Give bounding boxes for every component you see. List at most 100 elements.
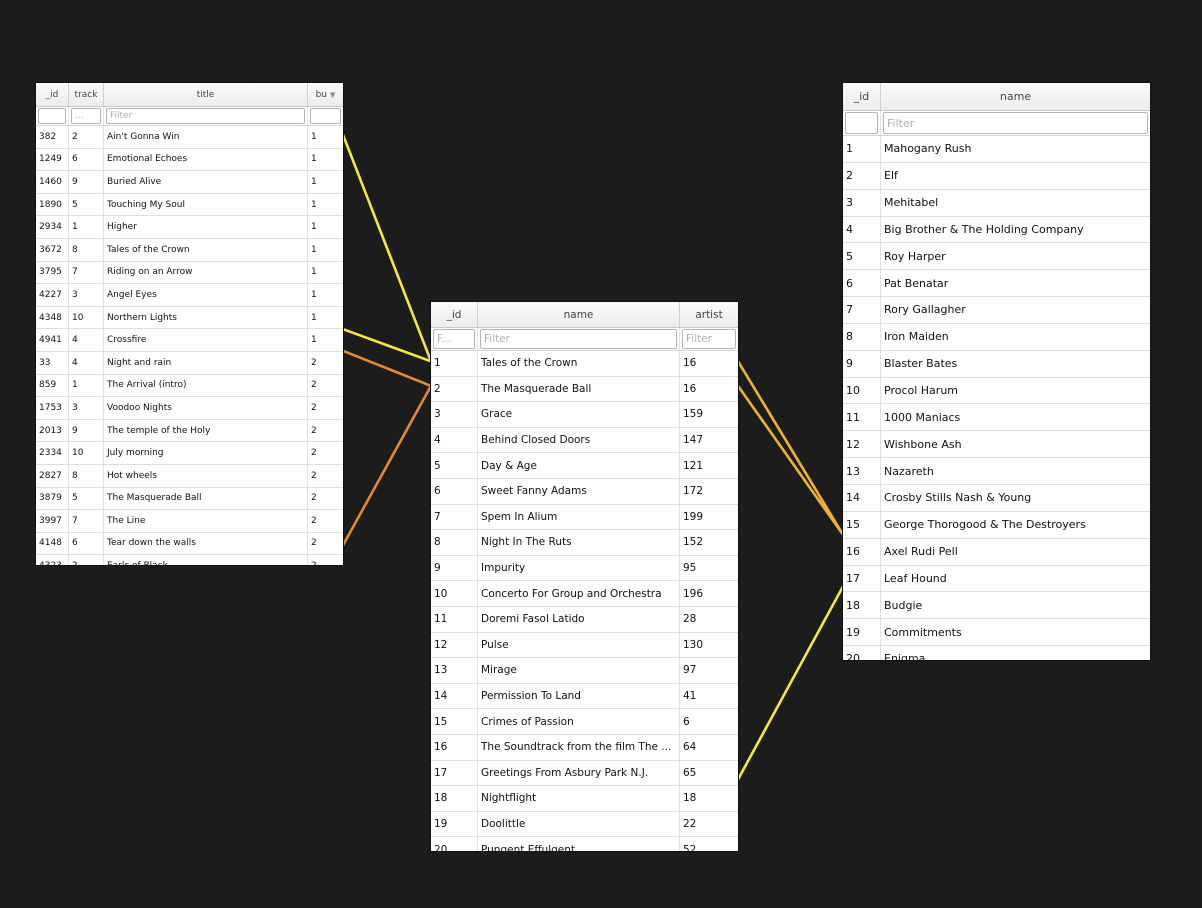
table-row[interactable]: 4941 4 Crossfire 1 [36, 329, 343, 352]
cell-id: 9 [431, 555, 478, 581]
table-row[interactable]: 13 Mirage 97 [431, 658, 738, 684]
filter-input-id[interactable]: F... [433, 329, 475, 349]
cell-title: Riding on an Arrow [104, 261, 308, 284]
table-row[interactable]: 382 2 Ain't Gonna Win 1 [36, 126, 343, 149]
table-row[interactable]: 33 4 Night and rain 2 [36, 351, 343, 375]
filter-input-name[interactable]: Filter [480, 329, 677, 349]
table-row[interactable]: 14 Permission To Land 41 [431, 683, 738, 710]
cell-id: 17 [843, 565, 881, 592]
table-row[interactable]: 18 Nightflight 18 [431, 786, 738, 812]
table-row[interactable]: 13 Nazareth [843, 458, 1150, 485]
table-row[interactable]: 15 Crimes of Passion 6 [431, 709, 738, 735]
cell-id: 11 [431, 606, 478, 632]
filter-input-title[interactable]: Filter [106, 108, 305, 124]
table-row[interactable]: 12 Wishbone Ash [843, 431, 1150, 459]
table-row[interactable]: 7 Rory Gallagher [843, 297, 1150, 324]
cell-id: 1 [843, 136, 881, 162]
table-row[interactable]: 17 Leaf Hound [843, 565, 1150, 593]
column-header-bu[interactable]: bu ▼ [308, 83, 343, 106]
table-row[interactable]: 1249 6 Emotional Echoes 1 [36, 148, 343, 172]
filter-input-bu[interactable] [310, 108, 341, 124]
table-row[interactable]: 3 Mehitabel [843, 189, 1150, 217]
table-row[interactable]: 2013 9 The temple of the Holy 2 [36, 419, 343, 443]
table-row[interactable]: 5 Roy Harper [843, 243, 1150, 271]
filter-row: F... Filter Filter [431, 328, 738, 351]
albums-table[interactable]: _id name artist F... Filter Filter 1 Tales of t… [431, 302, 738, 851]
table-row[interactable]: 4227 3 Angel Eyes 1 [36, 284, 343, 307]
table-row[interactable]: 3879 5 The Masquerade Ball 2 [36, 487, 343, 511]
table-row[interactable]: 1460 9 Buried Alive 1 [36, 171, 343, 194]
table-row[interactable]: 4348 10 Northern Lights 1 [36, 306, 343, 330]
table-row[interactable]: 11 Doremi Fasol Latido 28 [431, 606, 738, 633]
table-row[interactable]: 12 Pulse 130 [431, 632, 738, 659]
cell-name: Axel Rudi Pell [884, 545, 958, 559]
table-row[interactable]: 4 Big Brother & The Holding Company [843, 216, 1150, 244]
filter-input-name[interactable]: Filter [883, 112, 1148, 134]
table-row[interactable]: 11 1000 Maniacs [843, 404, 1150, 432]
filter-input-id[interactable] [38, 108, 66, 124]
column-header-artist[interactable]: artist [680, 302, 738, 327]
cell-name: Night In The Ruts [478, 530, 680, 555]
table-row[interactable]: 1753 3 Voodoo Nights 2 [36, 397, 343, 420]
table-row[interactable]: 6 Pat Benatar [843, 270, 1150, 298]
table-row[interactable]: 9 Blaster Bates [843, 350, 1150, 378]
table-row[interactable]: 17 Greetings From Asbury Park N.J. 65 [431, 760, 738, 787]
table-row[interactable]: 18 Budgie [843, 592, 1150, 620]
column-header-id[interactable]: _id [843, 83, 881, 110]
column-header-track[interactable]: track [69, 83, 104, 106]
table-row[interactable]: 20 Enigma [843, 646, 1150, 660]
table-row[interactable]: 3997 7 The Line 2 [36, 510, 343, 533]
table-row[interactable]: 2934 1 Higher 1 [36, 216, 343, 239]
sort-desc-icon[interactable]: ▼ [330, 91, 335, 99]
table-row[interactable]: 19 Doolittle 22 [431, 811, 738, 838]
table-row[interactable]: 2 Elf [843, 162, 1150, 190]
table-row[interactable]: 3795 7 Riding on an Arrow 1 [36, 261, 343, 285]
table-row[interactable]: 20 Pungent Effulgent 52 [431, 837, 738, 851]
table-row[interactable]: 19 Commitments [843, 619, 1150, 647]
table-row[interactable]: 2827 8 Hot wheels 2 [36, 464, 343, 488]
tracks-table[interactable]: _id track title bu ▼... Filter 382 2 Ain't Gonna… [36, 83, 343, 565]
table-row[interactable]: 3 Grace 159 [431, 402, 738, 428]
table-row[interactable]: 15 George Thorogood & The Destroyers [843, 511, 1150, 539]
table-row[interactable]: 1 Mahogany Rush [843, 136, 1150, 163]
cell-id: 7 [431, 504, 478, 530]
table-row[interactable]: 14 Crosby Stills Nash & Young [843, 484, 1150, 512]
table-row[interactable]: 5 Day & Age 121 [431, 453, 738, 479]
filter-input-id[interactable] [845, 112, 878, 134]
cell-name: Budgie [884, 598, 923, 612]
table-row[interactable]: 16 The Soundtrack from the film The ... 64 [431, 734, 738, 761]
cell-name: Permission To Land [478, 683, 680, 709]
filter-input-artist[interactable]: Filter [682, 329, 736, 349]
artists-table[interactable]: _id name Filter 1 Mahogany Rush 2 Elf 3 Mehitabe… [843, 83, 1150, 660]
table-row[interactable]: 10 Concerto For Group and Orchestra 196 [431, 581, 738, 607]
table-row[interactable]: 7 Spem In Alium 199 [431, 504, 738, 531]
cell-name: Rory Gallagher [884, 303, 966, 317]
table-row[interactable]: 859 1 The Arrival (intro) 2 [36, 374, 343, 398]
cell-id: 1890 [36, 193, 69, 216]
table-row[interactable]: 1 Tales of the Crown 16 [431, 351, 738, 377]
column-header-id[interactable]: _id [36, 83, 69, 106]
table-row[interactable]: 4148 6 Tear down the walls 2 [36, 532, 343, 556]
cell-name: Elf [884, 169, 898, 183]
table-row[interactable]: 9 Impurity 95 [431, 555, 738, 582]
table-row[interactable]: 1890 5 Touching My Soul 1 [36, 193, 343, 217]
track-album-link [341, 384, 433, 547]
cell-artist: 159 [683, 408, 704, 421]
table-row[interactable]: 6 Sweet Fanny Adams 172 [431, 478, 738, 505]
table-row[interactable]: 10 Procol Harum [843, 377, 1150, 405]
column-header-id[interactable]: _id [431, 302, 478, 327]
column-header-title[interactable]: title [104, 83, 308, 106]
table-row[interactable]: 43232Earls of Black2 [36, 555, 343, 565]
table-row[interactable]: 8 Iron Maiden [843, 323, 1150, 351]
column-header-name[interactable]: name [881, 83, 1150, 110]
filter-input-track[interactable]: ... [71, 108, 101, 124]
table-row[interactable]: 16 Axel Rudi Pell [843, 538, 1150, 566]
cell-bu: 1 [311, 312, 317, 323]
table-row[interactable]: 2334 10 July morning 2 [36, 442, 343, 465]
table-row[interactable]: 2 The Masquerade Ball 16 [431, 376, 738, 403]
column-header-name[interactable]: name [478, 302, 680, 327]
cell-title: Buried Alive [104, 171, 308, 193]
table-row[interactable]: 4 Behind Closed Doors 147 [431, 427, 738, 454]
table-row[interactable]: 3672 8 Tales of the Crown 1 [36, 238, 343, 262]
table-row[interactable]: 8 Night In The Ruts 152 [431, 530, 738, 556]
